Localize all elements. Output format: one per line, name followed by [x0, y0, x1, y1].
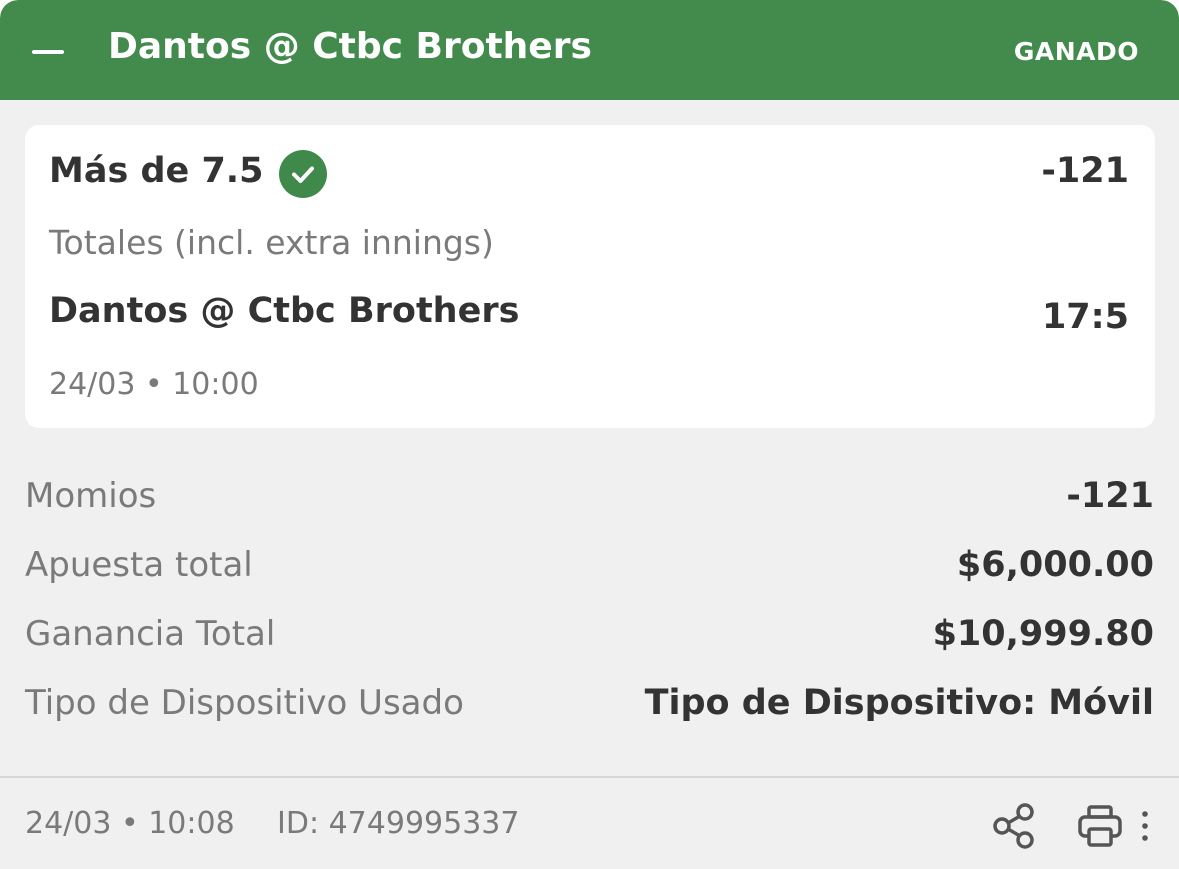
- minus-icon[interactable]: [26, 30, 70, 74]
- print-icon[interactable]: [1074, 800, 1128, 852]
- selection-bet-type: Totales (incl. extra innings): [49, 223, 494, 262]
- summary-row-device: Tipo de Dispositivo Usado Tipo de Dispos…: [25, 683, 1154, 731]
- header-title: Dantos @ Ctbc Brothers: [108, 26, 592, 67]
- selection-odds: -121: [1041, 151, 1129, 191]
- device-label: Tipo de Dispositivo Usado: [25, 683, 464, 723]
- bet-header[interactable]: Dantos @ Ctbc Brothers GANADO: [0, 0, 1179, 100]
- selection-score: 17:5: [1041, 297, 1129, 337]
- summary-row-momios: Momios -121: [25, 476, 1154, 524]
- more-vertical-icon[interactable]: [1134, 806, 1156, 846]
- payout-label: Ganancia Total: [25, 614, 276, 654]
- device-value: Tipo de Dispositivo: Móvil: [644, 683, 1154, 723]
- payout-value: $10,999.80: [932, 614, 1154, 654]
- selection-event: Dantos @ Ctbc Brothers: [49, 291, 520, 331]
- momios-label: Momios: [25, 476, 157, 516]
- summary-row-stake: Apuesta total $6,000.00: [25, 545, 1154, 593]
- stake-value: $6,000.00: [956, 545, 1154, 585]
- selection-market: Más de 7.5: [49, 151, 264, 191]
- bet-card: Dantos @ Ctbc Brothers GANADO Más de 7.5…: [0, 0, 1179, 869]
- share-icon[interactable]: [990, 800, 1040, 852]
- bet-id: ID: 4749995337: [277, 806, 520, 841]
- selection-card: Más de 7.5 -121 Totales (incl. extra inn…: [25, 125, 1155, 428]
- footer-divider: [0, 776, 1179, 778]
- check-circle-icon: [279, 150, 327, 198]
- status-badge: GANADO: [1013, 37, 1139, 66]
- stake-label: Apuesta total: [25, 545, 253, 585]
- selection-datetime: 24/03 • 10:00: [49, 367, 259, 402]
- footer-datetime: 24/03 • 10:08: [25, 806, 235, 841]
- summary-row-payout: Ganancia Total $10,999.80: [25, 614, 1154, 662]
- momios-value: -121: [1066, 476, 1154, 516]
